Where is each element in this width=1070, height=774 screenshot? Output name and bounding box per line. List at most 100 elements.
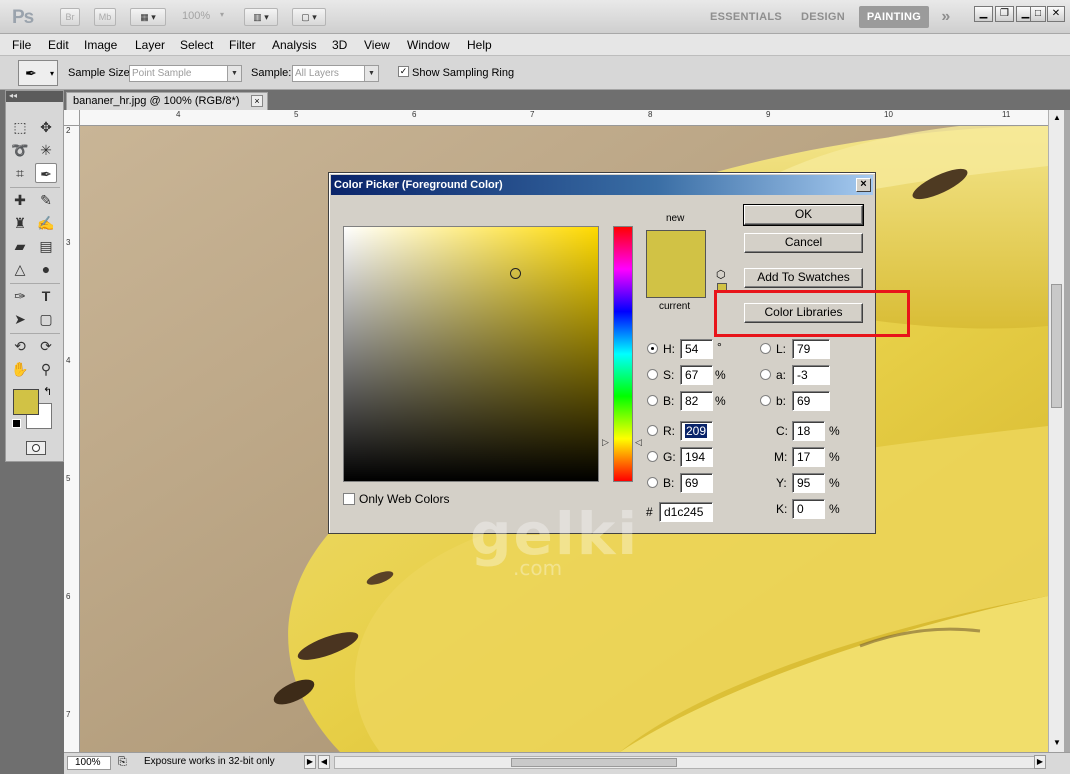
red-input[interactable]: 209 xyxy=(680,421,713,441)
hue-radio[interactable] xyxy=(647,343,658,354)
hand-tool-icon[interactable]: ✋ xyxy=(9,359,31,379)
3d-rotate-tool-icon[interactable]: ⟲ xyxy=(9,336,31,356)
menu-analysis[interactable]: Analysis xyxy=(272,38,317,52)
menu-window[interactable]: Window xyxy=(407,38,450,52)
default-colors-icon[interactable] xyxy=(12,419,21,428)
zoom-level[interactable]: 100% xyxy=(182,10,210,22)
lab-a-input[interactable]: -3 xyxy=(792,365,830,385)
more-workspaces-icon[interactable]: » xyxy=(936,6,956,28)
hex-input[interactable]: d1c245 xyxy=(659,502,713,522)
healing-brush-tool-icon[interactable]: ✚ xyxy=(9,190,31,210)
workspace-painting[interactable]: PAINTING xyxy=(859,6,929,28)
menu-view[interactable]: View xyxy=(364,38,390,52)
menu-file[interactable]: File xyxy=(12,38,31,52)
marquee-tool-icon[interactable]: ⬚ xyxy=(9,117,31,137)
saturation-radio[interactable] xyxy=(647,369,658,380)
sample-size-select[interactable]: Point Sample ▼ xyxy=(129,65,242,82)
move-tool-icon[interactable]: ✥ xyxy=(35,117,57,137)
hue-slider[interactable] xyxy=(613,226,633,482)
horizontal-ruler[interactable]: 4 5 6 7 8 9 10 11 xyxy=(80,110,1048,126)
blue-radio[interactable] xyxy=(647,477,658,488)
zoom-dropdown-icon[interactable]: ▾ xyxy=(220,10,224,19)
foreground-color-swatch[interactable] xyxy=(13,389,39,415)
hue-input[interactable]: 54 xyxy=(680,339,713,359)
saturation-brightness-field[interactable] xyxy=(343,226,599,482)
swap-colors-icon[interactable]: ↰ xyxy=(43,385,52,398)
status-info-icon[interactable]: ⎘ xyxy=(118,756,127,769)
only-web-colors-checkbox[interactable] xyxy=(343,493,355,505)
lab-a-radio[interactable] xyxy=(760,369,771,380)
3d-orbit-tool-icon[interactable]: ⟳ xyxy=(35,336,57,356)
lab-b-input[interactable]: 69 xyxy=(792,391,830,411)
scrollbar-thumb[interactable] xyxy=(511,758,677,767)
launch-bridge-button[interactable]: Br xyxy=(60,8,80,26)
ruler-origin[interactable] xyxy=(64,110,80,126)
ok-button[interactable]: OK xyxy=(743,204,864,226)
document-tab[interactable]: bananer_hr.jpg @ 100% (RGB/8*) × xyxy=(66,92,268,110)
menu-3d[interactable]: 3D xyxy=(332,38,347,52)
path-selection-tool-icon[interactable]: ➤ xyxy=(9,309,31,329)
screen-mode-button[interactable]: ▢ ▾ xyxy=(292,8,326,26)
vertical-scrollbar[interactable]: ▲ ▼ xyxy=(1048,110,1064,752)
color-selector-ring[interactable] xyxy=(510,268,521,279)
brightness-input[interactable]: 82 xyxy=(680,391,713,411)
gradient-tool-icon[interactable]: ▤ xyxy=(35,236,57,256)
scroll-up-icon[interactable]: ▲ xyxy=(1053,113,1061,122)
red-radio[interactable] xyxy=(647,425,658,436)
magenta-input[interactable]: 17 xyxy=(792,447,825,467)
menu-layer[interactable]: Layer xyxy=(135,38,165,52)
green-radio[interactable] xyxy=(647,451,658,462)
brush-tool-icon[interactable]: ✎ xyxy=(35,190,57,210)
horizontal-scrollbar[interactable] xyxy=(334,756,1044,769)
saturation-input[interactable]: 67 xyxy=(680,365,713,385)
pen-tool-icon[interactable]: ✑ xyxy=(9,286,31,306)
cyan-input[interactable]: 18 xyxy=(792,421,825,441)
restore-icon[interactable]: ❐ xyxy=(995,6,1014,22)
menu-help[interactable]: Help xyxy=(467,38,492,52)
lab-l-radio[interactable] xyxy=(760,343,771,354)
close-icon[interactable]: × xyxy=(856,178,871,192)
vertical-ruler[interactable]: 2 3 4 5 6 7 xyxy=(64,126,80,752)
history-brush-tool-icon[interactable]: ✍ xyxy=(35,213,57,233)
hue-slider-left-arrow-icon[interactable]: ▷ xyxy=(602,437,609,448)
menu-edit[interactable]: Edit xyxy=(48,38,69,52)
scrollbar-thumb[interactable] xyxy=(1051,284,1062,408)
workspace-essentials[interactable]: ESSENTIALS xyxy=(706,6,786,28)
close-document-icon[interactable]: × xyxy=(251,95,263,107)
scroll-right-icon[interactable]: ▶ xyxy=(1034,755,1046,769)
eraser-tool-icon[interactable]: ▰ xyxy=(9,236,31,256)
brightness-radio[interactable] xyxy=(647,395,658,406)
dodge-tool-icon[interactable]: ● xyxy=(35,259,57,279)
collapse-panel-icon[interactable]: ◂◂ xyxy=(6,91,63,102)
lab-l-input[interactable]: 79 xyxy=(792,339,830,359)
shape-tool-icon[interactable]: ▢ xyxy=(35,309,57,329)
add-to-swatches-button[interactable]: Add To Swatches xyxy=(744,268,863,288)
quick-mask-icon[interactable] xyxy=(26,441,46,455)
hue-slider-right-arrow-icon[interactable]: ◁ xyxy=(635,437,642,448)
blue-input[interactable]: 69 xyxy=(680,473,713,493)
blur-tool-icon[interactable]: △ xyxy=(9,259,31,279)
status-menu-arrow-icon[interactable]: ▶ xyxy=(304,755,316,769)
sample-select[interactable]: All Layers ▼ xyxy=(292,65,379,82)
yellow-input[interactable]: 95 xyxy=(792,473,825,493)
lab-b-radio[interactable] xyxy=(760,395,771,406)
arrange-documents-button[interactable]: ▥ ▾ xyxy=(244,8,278,26)
dialog-title-bar[interactable]: Color Picker (Foreground Color) × xyxy=(331,175,873,195)
maximize-icon[interactable]: □ xyxy=(1030,6,1046,22)
cancel-button[interactable]: Cancel xyxy=(744,233,863,253)
tool-preset-picker[interactable]: ✒ ▾ xyxy=(18,60,58,86)
type-tool-icon[interactable]: T xyxy=(35,286,57,306)
green-input[interactable]: 194 xyxy=(680,447,713,467)
close-app-icon[interactable]: ✕ xyxy=(1047,6,1065,22)
clone-stamp-tool-icon[interactable]: ♜ xyxy=(9,213,31,233)
minimize-icon[interactable]: ▁ xyxy=(974,6,993,22)
menu-image[interactable]: Image xyxy=(84,38,117,52)
current-color-swatch[interactable] xyxy=(646,265,706,298)
workspace-design[interactable]: DESIGN xyxy=(794,6,852,28)
zoom-tool-icon[interactable]: ⚲ xyxy=(35,359,57,379)
scroll-left-icon[interactable]: ◀ xyxy=(318,755,330,769)
eyedropper-tool-icon[interactable]: ✒ xyxy=(35,163,57,183)
menu-select[interactable]: Select xyxy=(180,38,213,52)
launch-minibridge-button[interactable]: Mb xyxy=(94,8,116,26)
view-extras-button[interactable]: ▦ ▾ xyxy=(130,8,166,26)
